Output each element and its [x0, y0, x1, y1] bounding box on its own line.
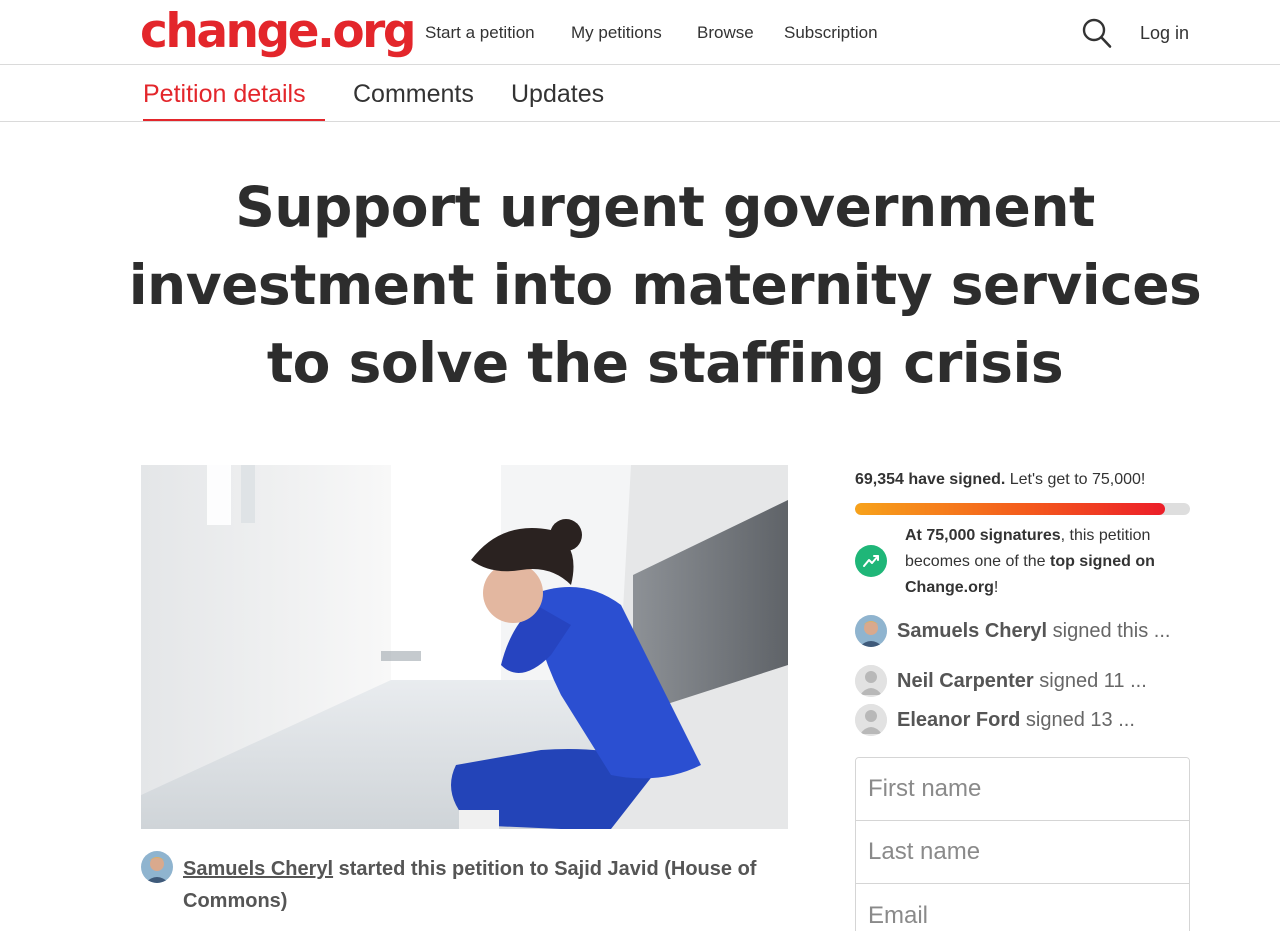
milestone-message: At 75,000 signatures, this petition beco… — [905, 523, 1190, 601]
signer-action: signed 13 ... — [1020, 709, 1135, 731]
signer-name: Neil Carpenter — [897, 670, 1034, 692]
nav-start-petition[interactable]: Start a petition — [425, 22, 535, 44]
search-icon[interactable] — [1082, 17, 1112, 49]
signature-progress-bar — [855, 503, 1190, 515]
nav-browse[interactable]: Browse — [697, 22, 754, 44]
signer-action: signed this ... — [1047, 620, 1171, 642]
petition-tabs: Petition details Comments Updates — [0, 65, 1280, 122]
top-navigation: change.org Start a petition My petitions… — [0, 0, 1280, 65]
starter-name-link[interactable]: Samuels Cheryl — [183, 858, 333, 880]
starter-avatar[interactable] — [141, 851, 173, 883]
signer-name: Eleanor Ford — [897, 709, 1021, 731]
last-name-field[interactable] — [856, 821, 1189, 884]
first-name-field[interactable] — [856, 758, 1189, 821]
petition-photo — [141, 465, 788, 829]
change-org-logo[interactable]: change.org — [140, 2, 416, 62]
petition-title: Support urgent government investment int… — [128, 175, 1202, 395]
recent-signer: Neil Carpenter signed 11 ... — [855, 665, 1190, 697]
tab-petition-details[interactable]: Petition details — [143, 79, 306, 109]
avatar — [855, 615, 887, 647]
tab-updates[interactable]: Updates — [511, 79, 604, 109]
login-link[interactable]: Log in — [1140, 22, 1189, 44]
milestone-end: ! — [993, 579, 999, 596]
active-tab-indicator — [143, 119, 325, 121]
default-avatar-icon — [855, 704, 887, 736]
signer-action: signed 11 ... — [1033, 670, 1147, 692]
signature-count: 69,354 have signed. Let's get to 75,000! — [855, 469, 1145, 491]
signer-text: Neil Carpenter signed 11 ... — [897, 667, 1147, 695]
signature-progress-fill — [855, 503, 1165, 515]
sign-petition-form — [855, 757, 1190, 931]
goal-text: Let's get to 75,000! — [1005, 471, 1146, 488]
email-field[interactable] — [856, 884, 1189, 931]
signed-count-text: 69,354 have signed. — [855, 471, 1006, 488]
milestone-bold: At 75,000 signatures — [905, 527, 1061, 544]
signer-text: Samuels Cheryl signed this ... — [897, 617, 1170, 645]
signer-name: Samuels Cheryl — [897, 620, 1048, 642]
default-avatar-icon — [855, 665, 887, 697]
petition-starter: Samuels Cheryl started this petition to … — [183, 853, 793, 917]
trending-up-icon — [855, 545, 887, 577]
signer-text: Eleanor Ford signed 13 ... — [897, 706, 1135, 734]
nav-my-petitions[interactable]: My petitions — [571, 22, 662, 44]
tab-comments[interactable]: Comments — [353, 79, 474, 109]
nav-subscription[interactable]: Subscription — [784, 22, 878, 44]
recent-signer: Eleanor Ford signed 13 ... — [855, 704, 1190, 736]
recent-signer: Samuels Cheryl signed this ... — [855, 615, 1190, 647]
